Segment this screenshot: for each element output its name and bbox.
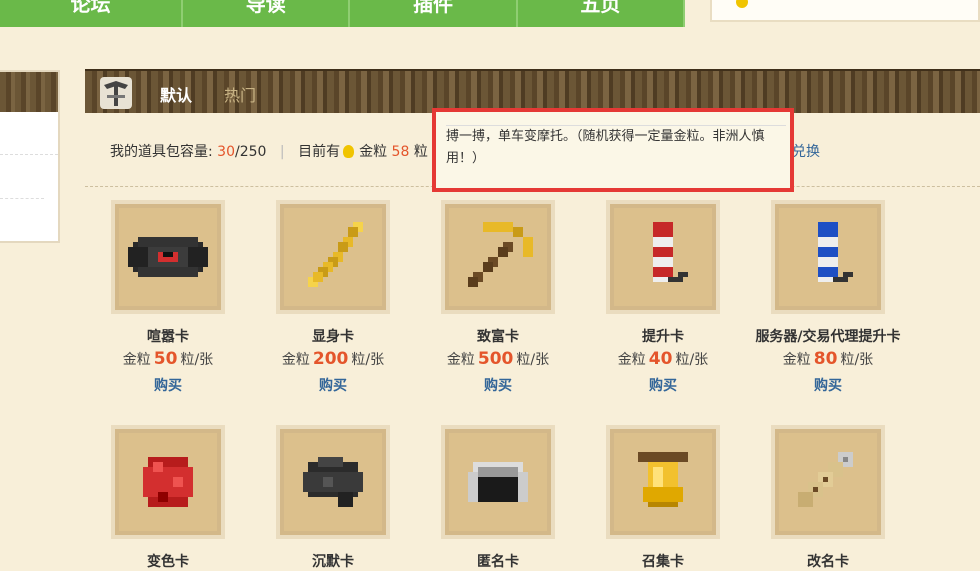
item-frame	[606, 200, 720, 314]
item-name: 召集卡	[642, 554, 684, 570]
inventory-info: 我的道具包容量: 30/250 | 目前有 金粒 58 粒	[110, 141, 428, 161]
tab-hot[interactable]: 热门	[224, 82, 256, 106]
item-card[interactable]: 喧嚣卡 金粒 50 粒/张 购买	[88, 200, 248, 395]
item-frame	[771, 425, 885, 539]
current-label: 目前有	[298, 144, 341, 160]
item-name: 服务器/交易代理提升卡	[755, 329, 901, 345]
item-name: 致富卡	[477, 329, 519, 345]
nav-item-1[interactable]: 论坛	[0, 0, 184, 27]
golden-arrow-icon	[308, 222, 363, 287]
iron-helmet-icon	[468, 462, 528, 502]
item-card[interactable]: 致富卡 金粒 500 粒/张 购买	[418, 200, 578, 395]
item-name: 提升卡	[642, 329, 684, 345]
tab-default[interactable]: 默认	[160, 82, 192, 106]
gold-amount: 58	[391, 144, 410, 160]
item-price: 金粒 40 粒/张	[617, 349, 709, 369]
user-info-box	[710, 0, 980, 22]
gold-bulb-icon	[736, 0, 748, 8]
golden-pickaxe-icon	[468, 222, 533, 287]
nav-item-3[interactable]: 插件	[350, 0, 518, 27]
tooltip-text: 搏一搏，单车变摩托。（随机获得一定量金粒。非洲人慎用！）	[446, 125, 786, 170]
divider	[0, 154, 58, 155]
blue-firework-icon	[818, 222, 853, 282]
item-card[interactable]: 提升卡 金粒 40 粒/张 购买	[583, 200, 743, 395]
item-card[interactable]: 匿名卡	[418, 425, 578, 571]
nav-item-2[interactable]: 导读	[183, 0, 351, 27]
item-price: 金粒 80 粒/张	[782, 349, 874, 369]
item-name: 匿名卡	[477, 554, 519, 570]
gold-unit: 粒	[413, 144, 428, 160]
item-frame	[276, 425, 390, 539]
left-sidebar-panel	[0, 70, 60, 243]
item-card[interactable]: 服务器/交易代理提升卡 金粒 80 粒/张 购买	[748, 200, 908, 395]
buy-link[interactable]: 购买	[748, 375, 908, 395]
gold-label: 金粒	[359, 144, 388, 160]
buy-link[interactable]: 购买	[253, 375, 413, 395]
item-card[interactable]: 改名卡	[748, 425, 908, 571]
redstone-dust-icon	[143, 457, 193, 507]
item-name: 沉默卡	[312, 554, 354, 570]
item-name: 显身卡	[312, 329, 354, 345]
item-card[interactable]: 沉默卡	[253, 425, 413, 571]
capacity-label: 我的道具包容量:	[110, 144, 213, 160]
item-name: 喧嚣卡	[147, 329, 189, 345]
name-tag-icon	[798, 452, 853, 507]
golden-bell-icon	[638, 452, 688, 507]
item-frame	[441, 425, 555, 539]
item-card[interactable]: 变色卡	[88, 425, 248, 571]
gold-bulb-icon	[343, 145, 355, 158]
exchange-link[interactable]: 兑换	[792, 141, 820, 161]
separator: |	[279, 144, 285, 160]
item-frame	[111, 425, 225, 539]
buy-link[interactable]: 购买	[88, 375, 248, 395]
shop-header-bar: 默认 热门	[85, 69, 980, 113]
item-name: 变色卡	[147, 554, 189, 570]
item-tooltip: 搏一搏，单车变摩托。（随机获得一定量金粒。非洲人慎用！）	[432, 108, 794, 192]
item-frame	[111, 200, 225, 314]
item-name: 改名卡	[807, 554, 849, 570]
item-frame	[441, 200, 555, 314]
top-navigation: 论坛 导读 插件 五页	[0, 0, 686, 27]
divider	[0, 198, 44, 199]
sidebar-header-band	[0, 72, 58, 112]
capacity-total: /250	[235, 144, 267, 160]
nav-item-4[interactable]: 五页	[518, 0, 686, 27]
red-firework-icon	[653, 222, 688, 282]
item-price: 金粒 500 粒/张	[446, 349, 550, 369]
record-disc-icon	[128, 237, 208, 277]
item-card[interactable]: 显身卡 金粒 200 粒/张 购买	[253, 200, 413, 395]
item-price: 金粒 50 粒/张	[122, 349, 214, 369]
pickaxe-emblem-icon	[100, 77, 132, 109]
item-frame	[771, 200, 885, 314]
coal-dust-icon	[303, 457, 363, 507]
item-frame	[276, 200, 390, 314]
item-frame	[606, 425, 720, 539]
item-card[interactable]: 召集卡	[583, 425, 743, 571]
capacity-used: 30	[217, 144, 235, 160]
item-price: 金粒 200 粒/张	[281, 349, 385, 369]
buy-link[interactable]: 购买	[418, 375, 578, 395]
buy-link[interactable]: 购买	[583, 375, 743, 395]
